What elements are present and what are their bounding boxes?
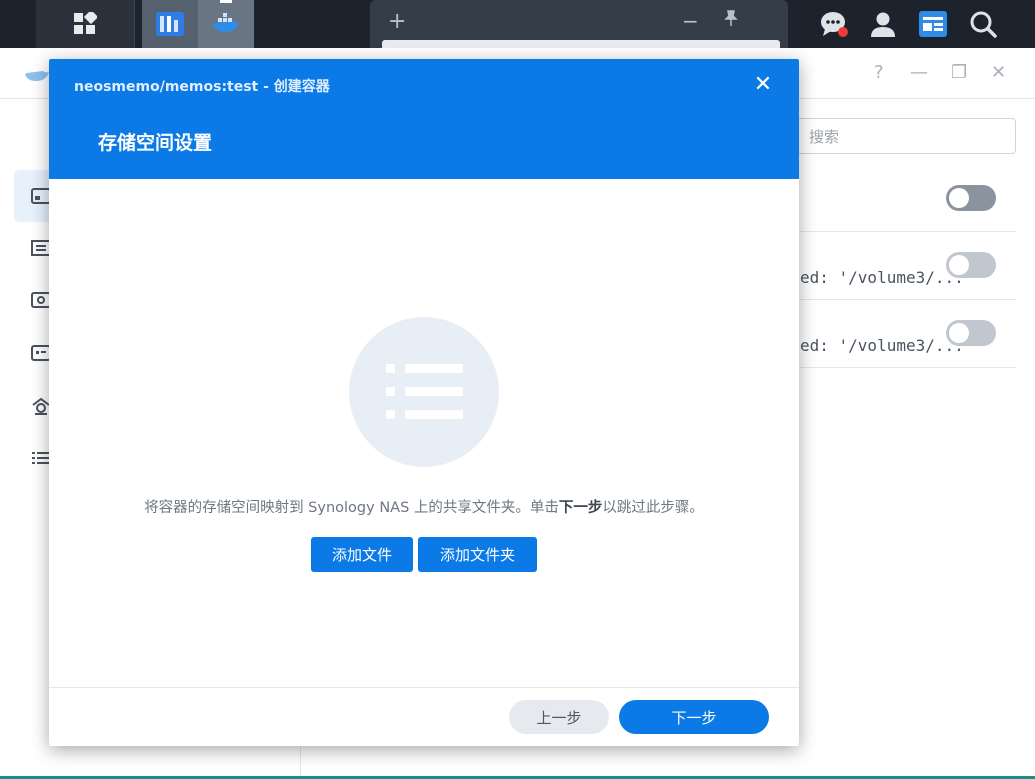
toggle-switch[interactable] (946, 185, 996, 211)
user-icon (871, 12, 895, 37)
dashboard-icon (31, 188, 51, 204)
pin-icon[interactable] (722, 9, 740, 31)
close-icon: ✕ (753, 71, 773, 97)
taskbar-app-container-manager[interactable] (198, 0, 254, 48)
tab-strip: + − (370, 0, 788, 48)
list-box-icon (31, 240, 51, 256)
restore-button[interactable]: ❐ (951, 62, 967, 83)
row-text: ed: '/volume3/... (800, 268, 964, 287)
package-center-icon (156, 12, 184, 36)
add-folder-button[interactable]: 添加文件夹 (418, 537, 537, 572)
next-step-button[interactable]: 下一步 (619, 700, 769, 734)
minimize-all-button[interactable]: − (682, 9, 699, 33)
main-menu-button[interactable] (36, 0, 135, 48)
image-icon (31, 292, 51, 308)
description-text-end: 以跳过此步骤。 (602, 500, 704, 516)
user-button[interactable] (865, 6, 901, 42)
widgets-icon (919, 11, 947, 37)
list-item[interactable] (800, 164, 1016, 232)
close-window-button[interactable]: ✕ (991, 62, 1006, 83)
new-tab-button[interactable]: + (388, 9, 406, 34)
storage-description: 将容器的存储空间映射到 Synology NAS 上的共享文件夹。单击下一步以跳… (49, 496, 799, 517)
registry-icon (31, 345, 51, 361)
list-item[interactable]: ed: '/volume3/... (800, 232, 1016, 300)
log-list-icon (32, 452, 50, 464)
close-dialog-button[interactable]: ✕ (751, 71, 775, 97)
list-icon (386, 364, 463, 419)
dialog-title: 存储空间设置 (98, 132, 213, 154)
previous-step-button[interactable]: 上一步 (509, 700, 609, 734)
toggle-switch[interactable] (946, 252, 996, 278)
notifications-button[interactable] (816, 6, 852, 42)
dialog-header: neosmemo/memos:test - 创建容器 ✕ 存储空间设置 (49, 59, 799, 179)
taskbar-app-package-center[interactable] (142, 0, 198, 48)
row-text: ed: '/volume3/... (800, 336, 964, 355)
description-next-step: 下一步 (558, 500, 603, 516)
global-search-button[interactable] (965, 6, 1001, 42)
minimize-button[interactable]: — (910, 62, 928, 83)
empty-state-illustration (349, 317, 499, 467)
dialog-breadcrumb: neosmemo/memos:test - 创建容器 (74, 79, 330, 95)
grid-icon (74, 12, 97, 34)
create-container-dialog: neosmemo/memos:test - 创建容器 ✕ 存储空间设置 将容器的… (49, 59, 799, 746)
taskbar: + − (0, 0, 1035, 48)
search-input[interactable]: 搜索 (790, 118, 1016, 154)
list-item[interactable]: ed: '/volume3/... (800, 300, 1016, 368)
chat-icon (821, 12, 848, 37)
toggle-switch[interactable] (946, 320, 996, 346)
app-logo-icon (25, 71, 49, 81)
tab-preview-strip (382, 40, 780, 48)
dialog-footer: 上一步 下一步 (49, 687, 799, 746)
search-placeholder: 搜索 (809, 128, 840, 146)
add-file-button[interactable]: 添加文件 (311, 537, 413, 572)
widgets-button[interactable] (915, 6, 951, 42)
network-icon (32, 397, 50, 415)
search-icon (970, 11, 997, 38)
container-manager-icon (213, 13, 239, 32)
help-button[interactable]: ? (874, 62, 884, 83)
description-text: 将容器的存储空间映射到 Synology NAS 上的共享文件夹。单击 (144, 500, 559, 516)
